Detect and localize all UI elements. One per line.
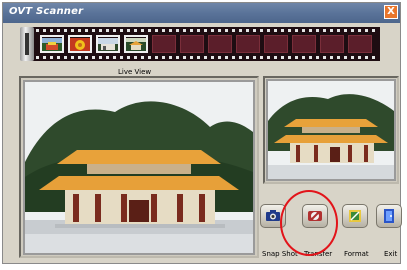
snapshot-image (268, 81, 394, 179)
empty-frame (264, 35, 288, 53)
empty-frame (292, 35, 316, 53)
close-button[interactable]: X (384, 5, 398, 19)
live-view-label: Live View (118, 68, 152, 76)
filmstrip (20, 27, 380, 61)
exit-button[interactable] (376, 204, 402, 228)
window-title: OVT Scanner (9, 6, 84, 17)
thumb-1[interactable] (40, 35, 64, 53)
thumb-3-image (98, 38, 118, 51)
exit-label: Exit (384, 250, 398, 258)
thumb-2[interactable] (68, 35, 92, 53)
sprocket-bottom (36, 56, 378, 59)
empty-frame (236, 35, 260, 53)
format-icon (349, 210, 361, 222)
empty-frame (208, 35, 232, 53)
film-spool-icon (20, 27, 34, 61)
live-view-panel (23, 80, 255, 255)
thumb-4-image (126, 38, 146, 51)
thumb-2-image (70, 38, 90, 51)
empty-frame (180, 35, 204, 53)
snapshot-panel (266, 79, 396, 181)
title-bar: OVT Scanner X (3, 3, 400, 23)
thumb-1-image (42, 38, 62, 51)
thumb-4[interactable] (124, 35, 148, 53)
format-button[interactable] (342, 204, 368, 228)
exit-door-icon (384, 209, 394, 223)
empty-frame (320, 35, 344, 53)
sprocket-top (36, 29, 378, 32)
snapshot-label: Snap Shot (262, 250, 298, 258)
empty-frame (152, 35, 176, 53)
empty-frame (348, 35, 372, 53)
live-view-image (25, 82, 253, 253)
format-label: Format (344, 250, 369, 258)
thumb-3[interactable] (96, 35, 120, 53)
highlight-circle (280, 190, 338, 256)
